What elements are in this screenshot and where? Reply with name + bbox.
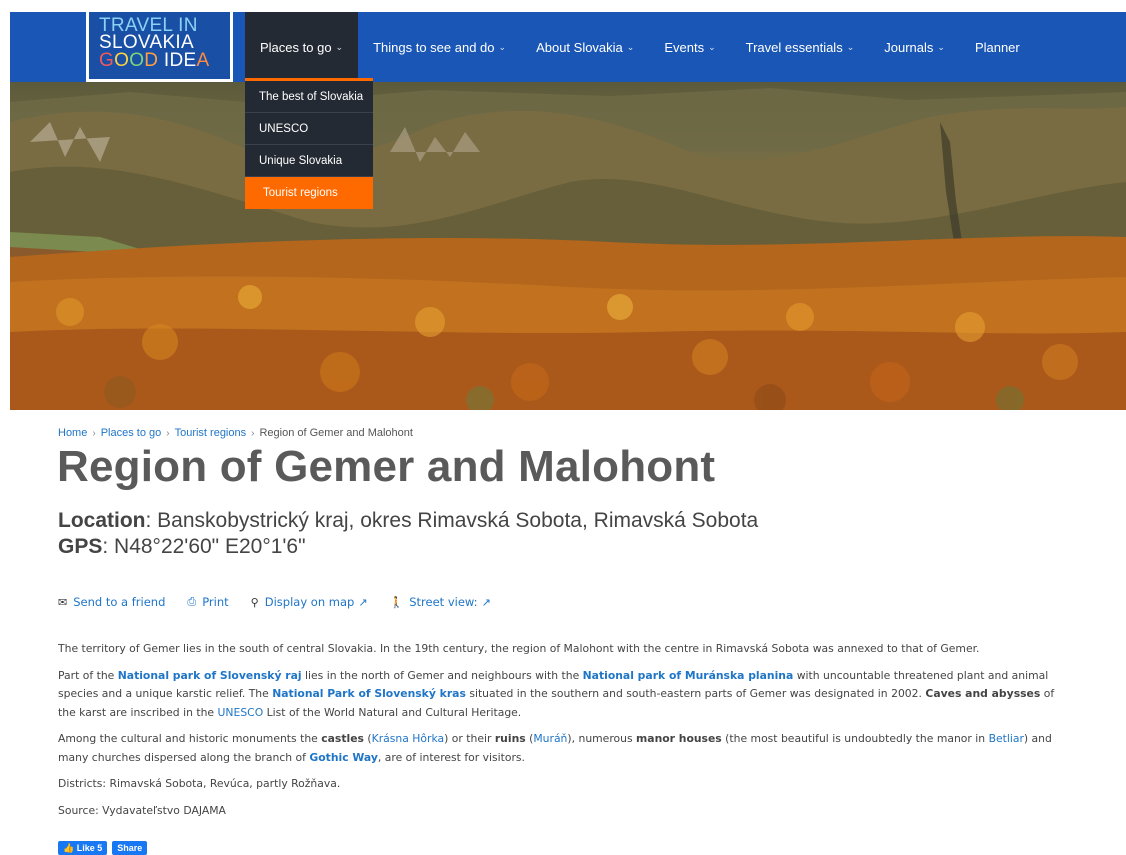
nav-item-planner[interactable]: Planner [960,12,1035,82]
breadcrumb-places-to-go[interactable]: Places to go [101,427,162,439]
nav-item-places-to-go[interactable]: Places to go ⌄ [245,12,359,82]
paragraph-monuments: Among the cultural and historic monument… [58,732,1052,764]
link-muranska-planina[interactable]: National park of Muránska planina [583,669,794,682]
link-slovensky-raj[interactable]: National park of Slovenský raj [118,669,302,682]
dropdown-item-tourist-regions[interactable]: Tourist regions [245,177,373,209]
site-logo[interactable]: TRAVEL IN SLOVAKIA GOOD IDEA [86,12,233,82]
external-link-icon: ↗ [358,595,368,609]
street-view-link[interactable]: 🚶 Street view: ↗ [390,595,491,609]
gps-label: GPS [58,535,103,558]
breadcrumb-separator: › [251,428,255,439]
breadcrumb-separator: › [92,428,96,439]
places-to-go-dropdown: The best of Slovakia UNESCO Unique Slova… [245,78,373,209]
dropdown-item-unesco[interactable]: UNESCO [245,113,373,145]
dropdown-item-unique-slovakia[interactable]: Unique Slovakia [245,145,373,177]
envelope-icon: ✉ [58,595,68,609]
gps-line: GPS: N48°22'60" E20°1'6" [58,534,758,560]
paragraph-national-parks: Part of the National park of Slovenský r… [58,668,1055,719]
location-value: : Banskobystrický kraj, okres Rimavská S… [145,509,759,532]
location-line: Location: Banskobystrický kraj, okres Ri… [58,508,758,534]
social-buttons: 👍 Like 5 Share [58,841,152,855]
link-krasna-horka[interactable]: Krásna Hôrka [372,732,445,745]
breadcrumb-current: Region of Gemer and Malohont [259,427,413,439]
display-on-map-link[interactable]: ⚲ Display on map ↗ [251,595,368,609]
location-label: Location [58,509,146,532]
main-menu: Places to go ⌄ Things to see and do ⌄ Abou… [245,12,1035,82]
chevron-down-icon: ⌄ [498,41,507,52]
facebook-like-button[interactable]: 👍 Like 5 [58,841,108,855]
link-betliar[interactable]: Betliar [989,732,1024,745]
nav-item-things-to-see-and-do[interactable]: Things to see and do ⌄ [358,12,521,82]
gps-value: : N48°22'60" E20°1'6" [102,535,306,558]
chevron-down-icon: ⌄ [335,41,344,52]
article-body: The territory of Gemer lies in the south… [58,640,1058,828]
location-info: Location: Banskobystrický kraj, okres Ri… [58,508,758,560]
nav-item-travel-essentials[interactable]: Travel essentials ⌄ [731,12,870,82]
chevron-down-icon: ⌄ [708,41,716,52]
link-gothic-way[interactable]: Gothic Way [309,751,378,764]
street-person-icon: 🚶 [389,595,404,609]
nav-item-about-slovakia[interactable]: About Slovakia ⌄ [521,12,649,82]
paragraph-source: Source: Vydavateľstvo DAJAMA [58,803,226,817]
top-navigation-bar: TRAVEL IN SLOVAKIA GOOD IDEA Places to g… [10,12,1126,82]
breadcrumb-separator: › [166,428,170,439]
nav-item-journals[interactable]: Journals ⌄ [869,12,960,82]
page-title: Region of Gemer and Malohont [57,442,716,491]
nav-item-events[interactable]: Events ⌄ [649,12,730,82]
chevron-down-icon: ⌄ [937,41,945,52]
link-slovensky-kras[interactable]: National Park of Slovenský kras [272,687,466,700]
hero-landscape-image [10,82,1126,410]
send-to-friend-link[interactable]: ✉ Send to a friend [58,595,165,609]
print-link[interactable]: ⎙ Print [187,595,228,609]
breadcrumb: Home › Places to go › Tourist regions › Region… [58,427,413,439]
map-marker-icon: ⚲ [250,595,259,609]
chevron-down-icon: ⌄ [626,41,635,52]
chevron-down-icon: ⌄ [846,41,855,52]
hero-hills-illustration [10,88,1126,410]
link-muran[interactable]: Muráň [533,732,567,745]
paragraph-districts: Districts: Rimavská Sobota, Revúca, part… [58,777,341,790]
paragraph-intro: The territory of Gemer lies in the south… [58,642,980,655]
facebook-share-button[interactable]: Share [112,841,148,855]
printer-icon: ⎙ [187,595,197,608]
logo-line-2: SLOVAKIA [99,32,194,53]
page-actions: ✉ Send to a friend ⎙ Print ⚲ Display on map… [58,595,513,609]
breadcrumb-tourist-regions[interactable]: Tourist regions [175,427,247,439]
external-link-icon: ↗ [481,595,491,609]
logo-line-3: GOOD IDEA [99,50,210,71]
link-unesco[interactable]: UNESCO [218,706,264,719]
dropdown-item-best-of-slovakia[interactable]: The best of Slovakia [245,81,373,113]
breadcrumb-home[interactable]: Home [58,427,87,439]
